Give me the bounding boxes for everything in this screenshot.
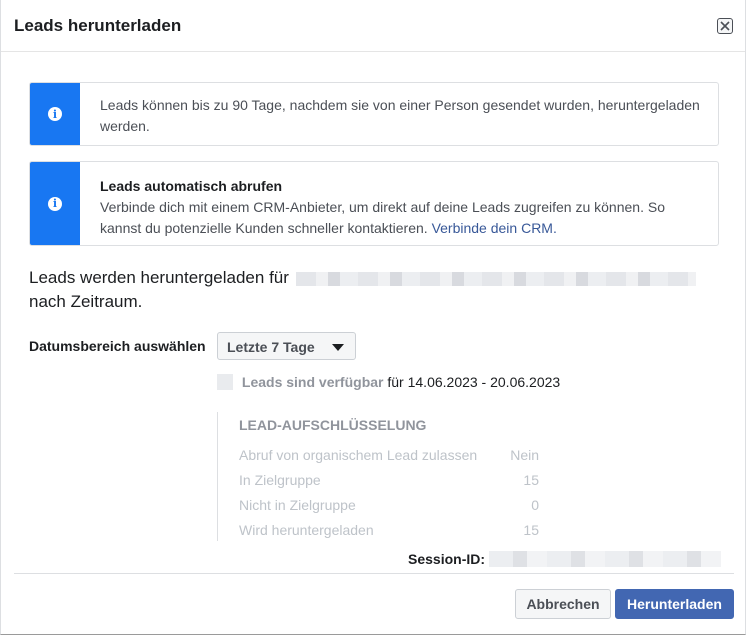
date-range-value: Letzte 7 Tage [227,339,315,355]
notice-text: Leads können bis zu 90 Tage, nachdem sie… [100,97,700,134]
download-prefix: Leads werden heruntergeladen für [29,268,289,287]
notice-content: Leads automatisch abrufen Verbinde dich … [100,176,706,239]
download-leads-dialog: Leads herunterladen i Leads können bis z… [0,0,746,635]
breakdown-row-label: Wird heruntergeladen [239,522,374,538]
breakdown-row: In Zielgruppe 15 [239,472,539,488]
redacted-session-id [489,551,722,567]
breakdown-row-label: Nicht in Zielgruppe [239,497,356,513]
date-range-select[interactable]: Letzte 7 Tage [217,332,356,360]
breakdown-row: Nicht in Zielgruppe 0 [239,497,539,513]
breakdown-row: Abruf von organischem Lead zulassen Nein [239,447,539,463]
info-icon: i [48,107,62,121]
availability-range: für 14.06.2023 - 20.06.2023 [387,374,561,390]
footer-divider [14,573,734,574]
notice-heading: Leads automatisch abrufen [100,178,283,194]
breakdown-row-label: Abruf von organischem Lead zulassen [239,447,478,463]
dialog-title: Leads herunterladen [14,16,182,35]
caret-down-icon [332,344,344,351]
notice-text: Verbinde dich mit einem CRM-Anbieter, um… [100,199,665,236]
download-button[interactable]: Herunterladen [615,589,734,619]
availability-checkbox[interactable] [217,374,233,390]
breakdown-row-value: 15 [523,472,539,488]
breakdown-title: LEAD-AUFSCHLÜSSELUNG [239,417,427,433]
breakdown-row-value: 15 [523,522,539,538]
download-description: Leads werden heruntergeladen für nach Ze… [29,266,729,314]
connect-crm-link[interactable]: Verbinde dein CRM. [432,220,557,236]
close-button[interactable] [717,18,733,34]
dialog-header: Leads herunterladen [1,0,745,52]
availability-info: Leads sind verfügbar für 14.06.2023 - 20… [217,374,560,390]
availability-prefix: Leads sind verfügbar [241,374,384,390]
close-icon [720,21,730,31]
download-suffix: nach Zeitraum. [29,292,143,311]
session-id-label: Session-ID: [408,551,486,567]
lead-breakdown: LEAD-AUFSCHLÜSSELUNG Abruf von organisch… [217,412,557,541]
breakdown-row: Wird heruntergeladen 15 [239,522,539,538]
redacted-form-name [295,271,696,286]
date-range-label: Datumsbereich auswählen [29,338,206,354]
breakdown-row-value: Nein [510,447,539,463]
notice-bar: i [30,83,80,145]
info-icon: i [48,196,62,211]
session-id: Session-ID: [408,551,722,567]
breakdown-row-value: 0 [531,497,539,513]
notice-bar: i [30,162,80,245]
breakdown-row-label: In Zielgruppe [239,472,321,488]
retention-notice: i Leads können bis zu 90 Tage, nachdem s… [29,82,719,146]
crm-notice: i Leads automatisch abrufen Verbinde dic… [29,161,719,246]
cancel-button[interactable]: Abbrechen [515,589,611,619]
